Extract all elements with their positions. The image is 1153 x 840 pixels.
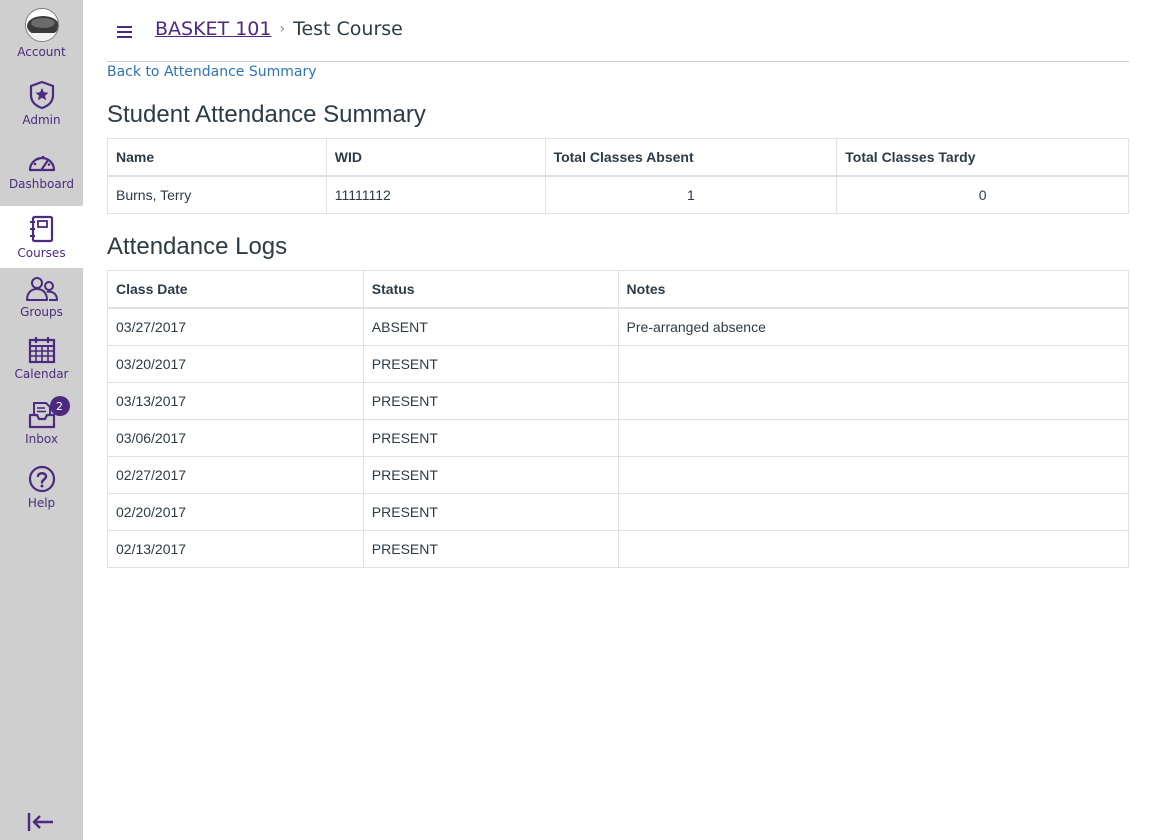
account-avatar: [24, 8, 59, 42]
table-row: 03/20/2017 PRESENT: [107, 345, 1130, 383]
unread-count-badge: 2: [49, 396, 70, 416]
attendance-notes: Pre-arranged absence: [617, 307, 1130, 346]
nav-label: Help: [27, 496, 56, 510]
header-divider: [107, 61, 1129, 62]
column-header: Notes: [617, 270, 1130, 309]
nav-label: Groups: [20, 305, 63, 319]
nav-label: Courses: [17, 245, 66, 260]
class-date: 03/13/2017: [107, 382, 364, 420]
table-row: 03/27/2017 ABSENT Pre-arranged absence: [107, 307, 1130, 346]
column-header: Status: [362, 270, 619, 309]
attendance-notes: [617, 419, 1130, 457]
class-date: 02/20/2017: [107, 493, 364, 531]
column-header: Class Date: [107, 270, 364, 309]
table-row: 03/13/2017 PRESENT: [107, 382, 1130, 420]
nav-label: Inbox: [25, 432, 58, 446]
column-header: Total Classes Absent: [544, 138, 838, 177]
attendance-status: PRESENT: [362, 419, 619, 457]
column-header: WID: [325, 138, 546, 177]
global-nav: Account Admin Dashboard Courses Groups C…: [0, 0, 83, 840]
table-row: 02/13/2017 PRESENT: [107, 530, 1130, 568]
table-row: 02/27/2017 PRESENT: [107, 456, 1130, 494]
courses-book-icon: [29, 215, 53, 242]
nav-label: Account: [17, 45, 66, 59]
attendance-status: PRESENT: [362, 530, 619, 568]
admin-shield-icon: [29, 80, 54, 110]
attendance-status: ABSENT: [362, 307, 619, 346]
attendance-status: PRESENT: [362, 493, 619, 531]
attendance-notes: [617, 345, 1130, 383]
class-date: 02/27/2017: [107, 456, 364, 494]
student-name: Burns, Terry: [107, 175, 327, 214]
attendance-notes: [617, 456, 1130, 494]
attendance-status: PRESENT: [362, 456, 619, 494]
total-tardy: 0: [836, 175, 1129, 214]
collapse-nav-button[interactable]: [27, 811, 55, 833]
groups-people-icon: [25, 277, 58, 301]
total-absent: 1: [544, 175, 838, 214]
nav-item-admin[interactable]: Admin: [0, 80, 83, 127]
attendance-status: PRESENT: [362, 382, 619, 420]
table-row: 02/20/2017 PRESENT: [107, 493, 1130, 531]
attendance-logs-table: Class Date Status Notes 03/27/2017 ABSEN…: [107, 270, 1130, 568]
nav-item-account[interactable]: Account: [0, 8, 83, 59]
breadcrumb: BASKET 101 › Test Course: [155, 17, 403, 41]
course-menu-toggle-button[interactable]: [117, 24, 133, 40]
help-question-icon: [28, 465, 55, 493]
attendance-status: PRESENT: [362, 345, 619, 383]
calendar-icon: [28, 337, 55, 364]
attendance-notes: [617, 382, 1130, 420]
class-date: 03/20/2017: [107, 345, 364, 383]
nav-item-courses[interactable]: Courses: [0, 206, 83, 268]
table-header-row: Class Date Status Notes: [107, 270, 1130, 309]
student-wid: 11111112: [325, 175, 546, 214]
breadcrumb-course-link[interactable]: BASKET 101: [155, 18, 271, 40]
breadcrumb-separator-icon: ›: [279, 21, 286, 37]
breadcrumb-current: Test Course: [293, 18, 403, 40]
nav-item-dashboard[interactable]: Dashboard: [0, 150, 83, 191]
column-header: Total Classes Tardy: [836, 138, 1129, 177]
table-header-row: Name WID Total Classes Absent Total Clas…: [107, 138, 1129, 177]
table-row: Burns, Terry 11111112 1 0: [107, 175, 1129, 214]
back-to-summary-link[interactable]: Back to Attendance Summary: [107, 64, 317, 80]
class-date: 02/13/2017: [107, 530, 364, 568]
nav-label: Calendar: [14, 367, 69, 381]
collapse-nav-icon: [27, 813, 53, 831]
summary-heading: Student Attendance Summary: [107, 101, 426, 128]
nav-item-calendar[interactable]: Calendar: [0, 336, 83, 381]
attendance-notes: [617, 530, 1130, 568]
class-date: 03/27/2017: [107, 307, 364, 346]
table-row: 03/06/2017 PRESENT: [107, 419, 1130, 457]
attendance-notes: [617, 493, 1130, 531]
nav-item-help[interactable]: Help: [0, 465, 83, 510]
nav-item-groups[interactable]: Groups: [0, 276, 83, 319]
class-date: 03/06/2017: [107, 419, 364, 457]
dashboard-gauge-icon: [28, 155, 55, 172]
column-header: Name: [107, 138, 327, 177]
nav-label: Dashboard: [8, 177, 75, 191]
summary-table: Name WID Total Classes Absent Total Clas…: [107, 138, 1129, 214]
logs-heading: Attendance Logs: [107, 233, 288, 260]
nav-label: Admin: [22, 113, 61, 127]
nav-item-inbox[interactable]: 2 Inbox: [0, 396, 83, 446]
